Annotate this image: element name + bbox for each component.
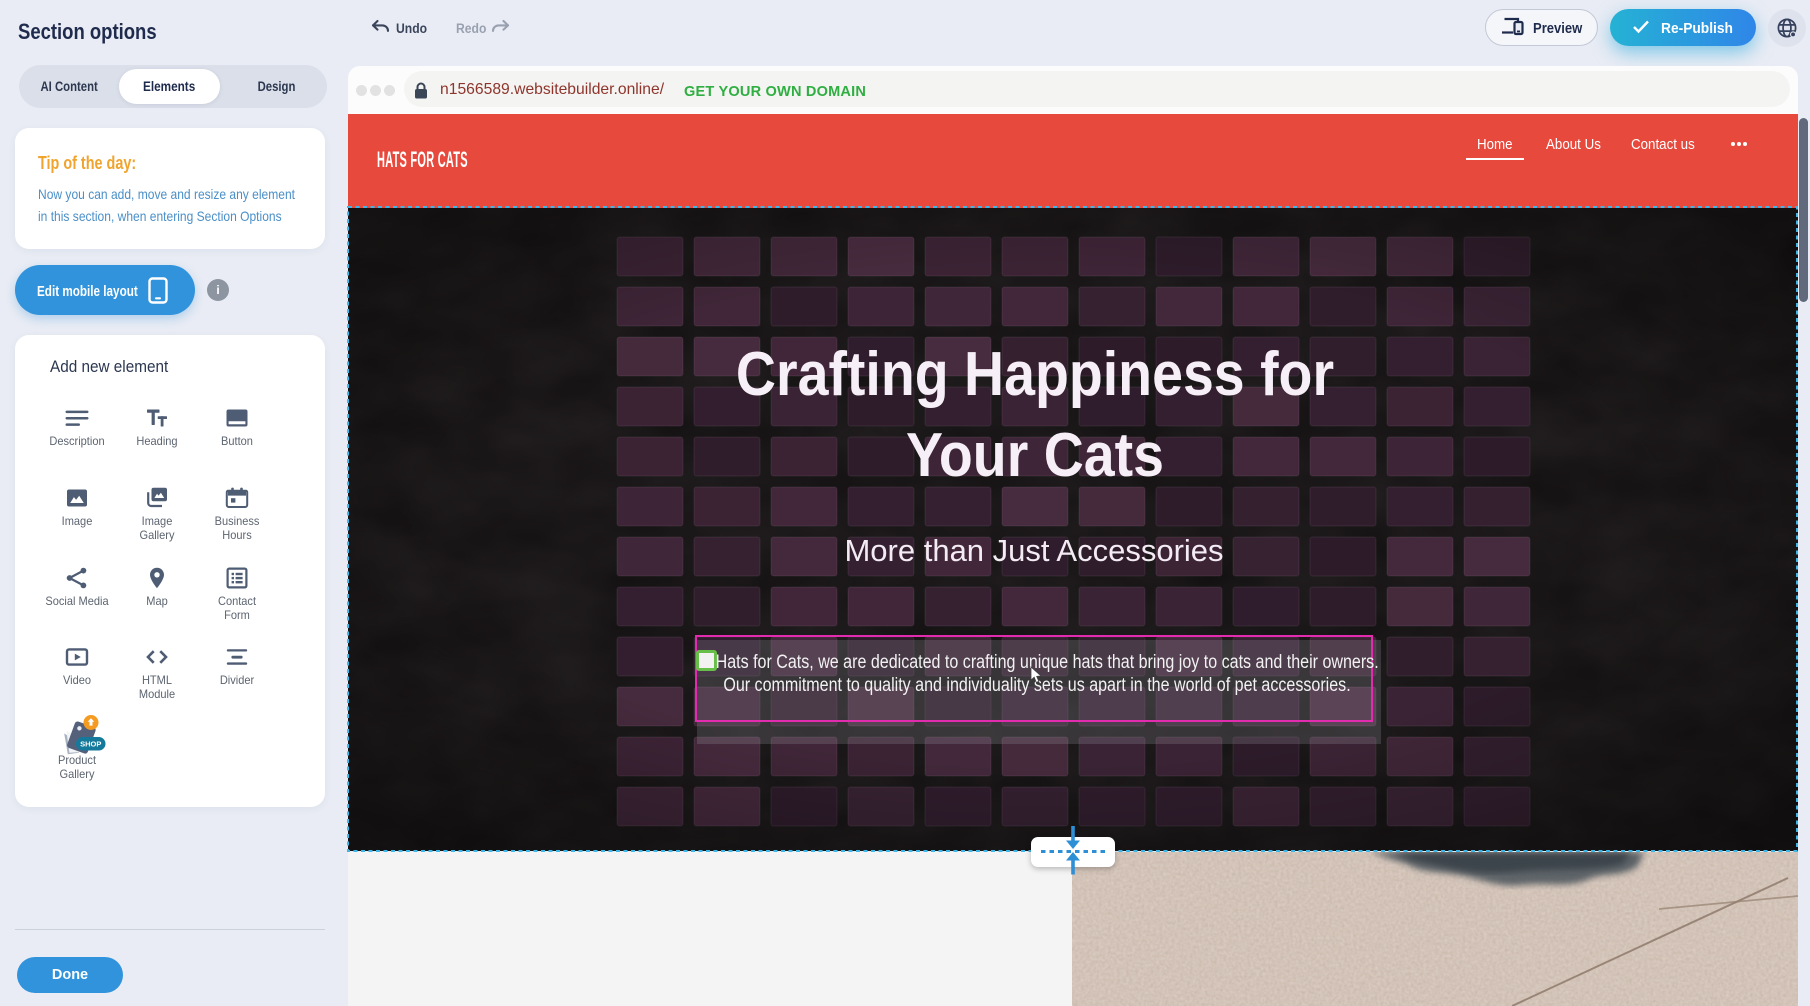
svg-text:SHOP: SHOP	[80, 740, 101, 749]
